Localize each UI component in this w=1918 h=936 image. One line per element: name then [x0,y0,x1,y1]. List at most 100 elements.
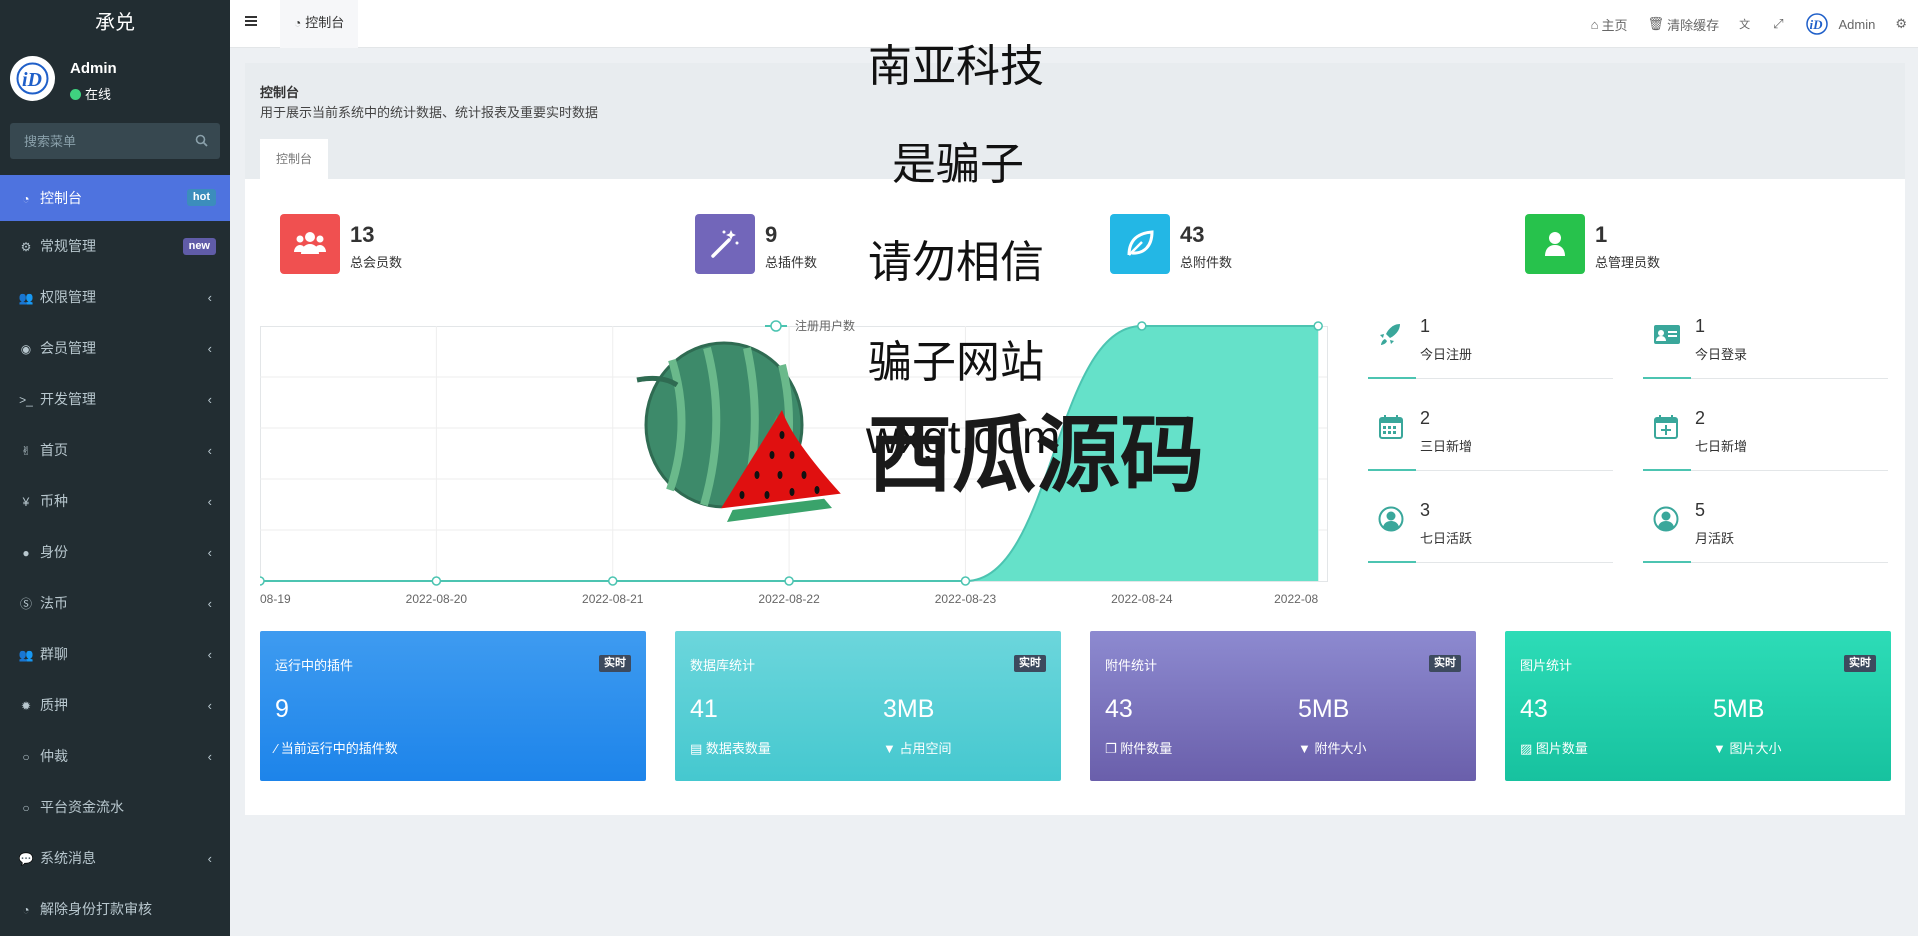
card-title: 运行中的插件 [275,658,354,673]
watermark-line-1: 南亚科技 [868,42,1044,91]
realtime-badge: 实时 [1429,655,1461,672]
chevron-left-icon: ‹ [207,494,212,509]
group-icon: 👥 [18,291,34,305]
sidebar-item-group-chat[interactable]: 👥 群聊 ‹ [0,629,230,680]
realtime-badge: 实时 [599,655,631,672]
new-badge: new [182,238,216,255]
menu-search-input[interactable] [10,123,180,159]
sidebar-item-label: 开发管理 [40,391,96,407]
sidebar-item-label: 解除身份打款审核 [40,901,152,917]
chart-point [431,576,442,586]
sidebar-item-identity-audit[interactable]: ◔ 解除身份打款审核 [0,884,230,935]
user-circle-icon [1653,506,1679,532]
kpi-label: 今日登录 [1695,347,1748,362]
user-name: Admin [70,60,117,77]
sidebar-item-permission[interactable]: 👥 权限管理 ‹ [0,272,230,323]
settings-button[interactable]: ⚙ [1895,16,1910,32]
sidebar-item-general[interactable]: ⚙ 常规管理 new [0,221,230,272]
chevron-left-icon: ‹ [207,290,212,305]
translate-icon: 文 [1739,19,1751,31]
tab-dashboard[interactable]: ◔ 控制台 [280,0,359,48]
sidebar-item-members[interactable]: ◉ 会员管理 ‹ [0,323,230,374]
sidebar-item-currency[interactable]: ¥ 币种 ‹ [0,476,230,527]
sidebar-item-fiat[interactable]: Ⓢ 法币 ‹ [0,578,230,629]
admin-label: Admin [1838,16,1876,32]
svg-text:iD: iD [1810,17,1824,32]
cogs-icon: ⚙ [1895,16,1907,31]
chart-x-tick-label: 2022-08-23 [935,592,997,606]
avatar: iD [10,56,55,101]
home-label: 主页 [1601,17,1628,33]
kpi-underline [1643,469,1888,471]
sidebar-item-label: 首页 [40,442,68,458]
chart-point [1313,321,1323,331]
search-icon[interactable] [195,134,208,147]
card-label: ❐ 附件数量 [1105,738,1172,757]
sidebar-item-label: 系统消息 [40,850,96,866]
users-icon [294,232,326,254]
sidebar-item-identity[interactable]: ● 身份 ‹ [0,527,230,578]
card-label-secondary: ▼ 图片大小 [1713,738,1782,757]
kpi-label: 三日新增 [1420,439,1473,454]
leaf-icon [1127,230,1154,256]
sidebar-item-dashboard[interactable]: ◔ 控制台 hot [0,175,230,221]
stat-label: 总附件数 [1180,255,1233,270]
card-label-text: 占用空间 [899,741,952,756]
skype-icon: Ⓢ [19,597,32,611]
chart-point [260,576,265,586]
sidebar-item-pledge[interactable]: ✹ 质押 ‹ [0,680,230,731]
sidebar-item-develop[interactable]: >_ 开发管理 ‹ [0,374,230,425]
sidebar-item-fund-flow[interactable]: ○ 平台资金流水 [0,782,230,833]
panel-tab-dashboard[interactable]: 控制台 [260,139,329,179]
card-label: ⁄ 当前运行中的插件数 [275,738,398,757]
files-icon: ❐ [1105,741,1121,756]
stat-icon-box [280,214,340,274]
page-title: 控制台 [260,85,300,100]
home-link[interactable]: ⌂ 主页 [1591,15,1628,34]
hot-badge: hot [186,189,216,206]
group-icon: 👥 [18,648,34,662]
sidebar-item-label: 身份 [40,544,68,560]
topbar-actions: ⌂ 主页 🗑 清除缓存 文 ⤢ iD Admin ⚙ [1591,0,1918,48]
language-button[interactable]: 文 [1739,16,1753,32]
stat-value: 9 [765,222,778,247]
trash-icon: 🗑 [1647,16,1665,31]
yen-icon: ¥ [22,495,30,509]
kpi-today-register: 1 今日注册 [1368,316,1613,391]
menu-toggle-icon[interactable] [244,14,258,28]
chevron-left-icon: ‹ [207,545,212,560]
admin-avatar-icon: iD [1806,13,1829,35]
home-icon: ⌂ [1590,16,1599,32]
card-value: 43 [1520,695,1548,723]
sidebar-item-home[interactable]: ✌ 首页 ‹ [0,425,230,476]
kpi-value: 2 [1420,408,1431,428]
circle-icon: ○ [22,750,30,764]
fullscreen-button[interactable]: ⤢ [1773,16,1786,32]
card-title: 附件统计 [1105,658,1158,673]
chart-x-tick-label: 08-19 [260,592,291,606]
realtime-badge: 实时 [1844,655,1876,672]
app-logo[interactable]: 承兑 [0,0,230,46]
sidebar-item-label: 会员管理 [40,340,96,356]
dashboard-icon: ◔ [22,903,30,917]
card-label-text: 附件大小 [1314,741,1367,756]
stat-icon-box [1525,214,1585,274]
card-label-text: 数据表数量 [705,741,771,756]
sidebar-item-messages[interactable]: 💬 系统消息 ‹ [0,833,230,884]
card-label-secondary: ▼ 占用空间 [883,738,952,757]
kpi-label: 七日新增 [1695,439,1748,454]
sidebar-item-arbitration[interactable]: ○ 仲裁 ‹ [0,731,230,782]
chart-x-tick-label: 2022-08-21 [582,592,644,606]
card-database: 数据库统计 实时 41 3MB ▤ 数据表数量 ▼ 占用空间 [675,631,1061,781]
watermark-line-2: 是骗子 [892,140,1024,189]
clear-cache-button[interactable]: 🗑 清除缓存 [1648,15,1720,34]
card-images: 图片统计 实时 43 5MB ▨ 图片数量 ▼ 图片大小 [1505,631,1891,781]
chevron-left-icon: ‹ [207,851,212,866]
user-status: 在线 [70,84,111,103]
sidebar-menu: ◔ 控制台 hot ⚙ 常规管理 new 👥 权限管理 ‹ ◉ 会员管理 ‹ >_ 开发管理 ‹ ✌… [0,175,230,935]
chevron-left-icon: ‹ [207,596,212,611]
sidebar: 承兑 iD Admin 在线 ◔ 控制台 hot ⚙ 常规管理 new 👥 权限管理 ‹ ◉… [0,0,230,936]
sidebar-item-label: 权限管理 [40,289,96,305]
watermelon-logo-icon [636,341,843,522]
admin-menu[interactable]: iD Admin [1806,13,1875,35]
